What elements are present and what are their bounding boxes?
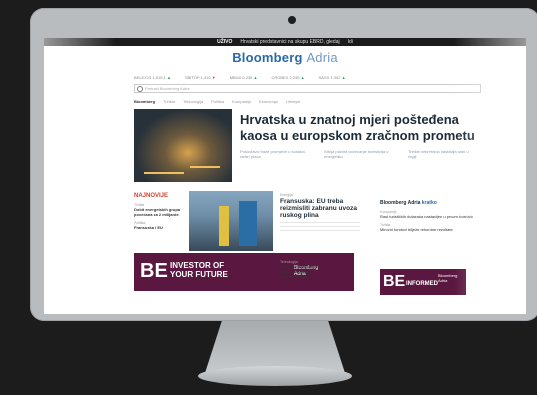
ad-slogan-line1: INVESTOR OF xyxy=(170,261,225,270)
ticker-name: MBI10 xyxy=(229,75,242,80)
nav-item[interactable]: Politika xyxy=(211,99,224,104)
story-link[interactable]: Fransuska i EU xyxy=(134,225,180,230)
logo-region: Adria xyxy=(306,50,338,65)
story-link[interactable]: Dobit energetskih grupa povećana za 2 mi… xyxy=(134,207,180,217)
story-headline[interactable]: Hrvatske kompanije ulažu u digitalnu tra… xyxy=(280,264,326,279)
story-image[interactable] xyxy=(189,191,273,251)
ticker-value: 1.015,1 xyxy=(152,75,166,80)
hero-sub-story[interactable]: Poslodavci traže promjene u sustavu rada… xyxy=(240,149,310,159)
monitor-screen: UŽIVO Hrvatski predstavnici na skupu EBR… xyxy=(44,38,526,314)
list-item[interactable]: Tržišta Mirovni fondovi bilježe rekordne… xyxy=(380,223,475,232)
webcam-dot xyxy=(288,16,296,24)
nav-item[interactable]: Tehnologija xyxy=(183,99,203,104)
ticker-value: 1.302 xyxy=(330,75,341,80)
ad-slogan: INVESTOR OF YOUR FUTURE xyxy=(170,261,228,279)
ticker-change-icon: ▲ xyxy=(166,75,171,80)
ad-brand: Bloomberg Adria xyxy=(438,273,458,283)
search-placeholder: Pretraži Bloomberg Adria xyxy=(145,86,190,91)
ticker-name: SBITOP xyxy=(184,75,200,80)
nav-item[interactable]: Tržišta xyxy=(163,99,175,104)
ticker-name: BELEX15 xyxy=(134,75,152,80)
logo-brand: Bloomberg xyxy=(232,50,303,65)
ticker-change-icon: ▲ xyxy=(300,75,305,80)
ticker-item[interactable]: MBI10 6.236 ▲ xyxy=(230,75,258,82)
nav-item[interactable]: Ekonomija xyxy=(259,99,278,104)
story-headline[interactable]: Fransuska: EU treba reizmisliti zabranu … xyxy=(280,198,360,219)
search-row: Pretraži Bloomberg Adria xyxy=(134,84,484,93)
ticker-item[interactable]: SBITOP 1.410 ▼ xyxy=(185,75,216,82)
site-logo[interactable]: Bloomberg Adria xyxy=(44,50,526,65)
sidebar-briefs: Bloomberg Adria kratko Kompanije Rast tu… xyxy=(380,200,475,232)
top-news-text[interactable]: Hrvatski predstavnici na skupu EBRD, gle… xyxy=(240,39,339,45)
ad-be-mark: BE xyxy=(383,273,406,290)
list-item[interactable]: Kompanije Rast turističkih dolazaka nast… xyxy=(380,210,475,219)
brief-text[interactable]: Mirovni fondovi bilježe rekordne rezulta… xyxy=(380,227,475,232)
ad-be-mark: BE xyxy=(140,260,168,282)
secondary-story: Tehnologija Hrvatske kompanije ulažu u d… xyxy=(280,260,326,279)
live-tag: UŽIVO xyxy=(217,39,233,45)
hero-headline[interactable]: Hrvatska u znatnoj mjeri pošteđena kaosa… xyxy=(240,112,490,144)
hero-sub-story[interactable]: Tržište nekretnina nastavlja rasti u reg… xyxy=(408,149,478,159)
hero-sub-story[interactable]: Srbija planira povećanje investicija u e… xyxy=(324,149,394,159)
story-label: Energija xyxy=(280,193,293,197)
ticker-change-icon: ▲ xyxy=(253,75,258,80)
ad-informed-text: INFORMED xyxy=(406,281,438,287)
brief-text[interactable]: Rast turističkih dolazaka nastavljen u p… xyxy=(380,214,475,219)
nav-item[interactable]: Bloomberg xyxy=(134,99,155,104)
latest-kicker[interactable]: NAJNOVIJE xyxy=(134,193,180,199)
ticker-value: 2.245 xyxy=(289,75,300,80)
monitor-frame: UŽIVO Hrvatski predstavnici na skupu EBR… xyxy=(30,8,537,321)
ticker-change-icon: ▼ xyxy=(211,75,216,80)
sidebar-title-main: Bloomberg Adria xyxy=(380,200,421,206)
ticker-item[interactable]: CROBEX 2.245 ▲ xyxy=(272,75,305,82)
main-nav: Bloomberg Tržišta Tehnologija Politika Kompa… xyxy=(134,99,434,104)
search-input[interactable]: Pretraži Bloomberg Adria xyxy=(134,84,481,93)
ticker-change-icon: ▲ xyxy=(341,75,346,80)
ticker-value: 1.410 xyxy=(200,75,211,80)
ticker-value: 6.236 xyxy=(242,75,253,80)
informed-banner-ad[interactable]: BE INFORMED Bloomberg Adria xyxy=(380,269,466,295)
latest-column: NAJNOVIJE Tržišta Dobit energetskih grup… xyxy=(134,193,180,230)
market-ticker: BELEX15 1.015,1 ▲ SBITOP 1.410 ▼ MBI10 6.2… xyxy=(134,75,484,82)
ad-slogan-line2: YOUR FUTURE xyxy=(170,270,228,279)
sidebar-title-accent: kratko xyxy=(421,200,437,206)
monitor-base xyxy=(198,366,352,386)
ticker-item[interactable]: SASX 1.302 ▲ xyxy=(319,75,346,82)
hero-sub-stories: Poslodavci traže promjene u sustavu rada… xyxy=(240,149,490,159)
top-news-link[interactable]: Idi xyxy=(348,39,353,45)
search-icon xyxy=(137,86,143,92)
nav-item[interactable]: Lifestyle xyxy=(286,99,301,104)
ticker-item[interactable]: BELEX15 1.015,1 ▲ xyxy=(134,75,171,82)
featured-story: Energija Fransuska: EU treba reizmisliti… xyxy=(280,193,360,231)
nav-item[interactable]: Kompanije xyxy=(232,99,251,104)
sidebar-title: Bloomberg Adria kratko xyxy=(380,200,475,206)
ticker-name: CROBEX xyxy=(271,75,289,80)
ticker-name: SASX xyxy=(318,75,330,80)
top-news-bar[interactable]: UŽIVO Hrvatski predstavnici na skupu EBR… xyxy=(44,38,526,46)
hero-image[interactable] xyxy=(134,109,232,182)
